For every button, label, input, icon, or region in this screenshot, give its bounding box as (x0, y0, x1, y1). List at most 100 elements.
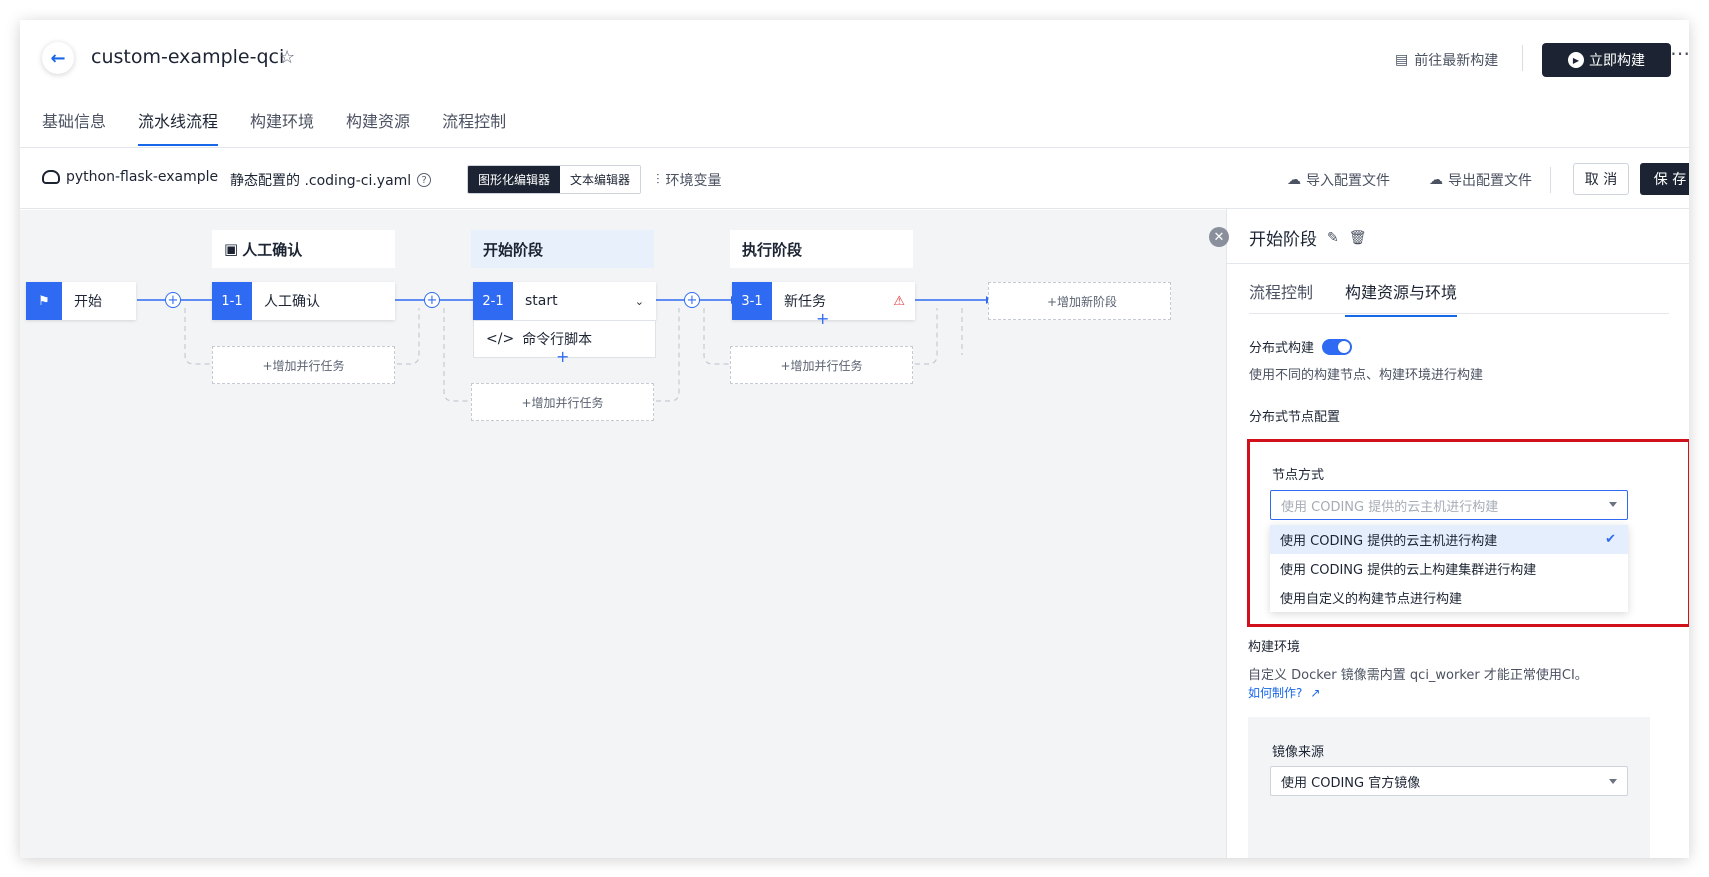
tab-resources-env[interactable]: 构建资源与环境 (1345, 279, 1458, 317)
chevron-down-icon[interactable]: ⌄ (635, 295, 644, 308)
task-node-2-1[interactable]: 2-1 start ⌄ (473, 282, 656, 320)
stage-2-title: 开始阶段 (483, 240, 544, 259)
page-header: ← custom-example-qci ☆ ▤ 前往最新构建 ▶ 立即构建 ⋯… (20, 20, 1689, 148)
add-subtask-plus-icon[interactable]: + (556, 347, 569, 366)
edit-icon[interactable]: ✎ (1327, 230, 1339, 246)
play-icon: ▶ (1568, 52, 1584, 68)
stage-title-start[interactable]: 开始阶段 (471, 230, 654, 268)
close-panel-icon[interactable]: ✕ (1209, 227, 1229, 247)
node-mode-option[interactable]: 使用 CODING 提供的云上构建集群进行构建 (1270, 554, 1628, 583)
task-index: 1-1 (212, 282, 252, 320)
distributed-build-row: 分布式构建 (1249, 337, 1353, 356)
repo-icon (42, 170, 60, 184)
sliders-icon: ⫶ (656, 172, 660, 188)
stage-title-manual-confirm[interactable]: ▣ 人工确认 (212, 230, 395, 268)
build-env-desc: 自定义 Docker 镜像需内置 qci_worker 才能正常使用CI。 (1248, 668, 1588, 683)
image-source-label: 镜像来源 (1272, 745, 1325, 760)
caret-down-icon (1609, 779, 1617, 784)
tab-build-resources[interactable]: 构建资源 (346, 108, 410, 146)
document-icon: ▤ (1395, 52, 1409, 68)
task-node-1-1[interactable]: 1-1 人工确认 (212, 282, 395, 320)
tab-basic-info[interactable]: 基础信息 (42, 108, 106, 146)
check-icon: ✔ (1605, 532, 1616, 547)
cloud-download-icon: ☁ (1429, 172, 1443, 188)
howto-link[interactable]: 如何制作? ↗ (1248, 684, 1320, 701)
pipeline-title: custom-example-qci (91, 46, 285, 68)
repo-name: python-flask-example (66, 169, 219, 185)
task-index: 2-1 (473, 282, 513, 320)
node-mode-select[interactable]: 使用 CODING 提供的云主机进行构建 (1270, 490, 1628, 520)
panel-title: 开始阶段 ✎ 🗑 (1249, 225, 1367, 251)
latest-build-link[interactable]: ▤ 前往最新构建 (1395, 50, 1498, 70)
export-config-button[interactable]: ☁ 导出配置文件 (1429, 170, 1532, 190)
node-config-title: 分布式节点配置 (1249, 410, 1341, 425)
add-new-stage-button[interactable]: +增加新阶段 (988, 282, 1171, 320)
flag-icon: ⚑ (26, 282, 62, 320)
stage-1-title: 人工确认 (242, 240, 303, 259)
editor-toolbar: python-flask-example 静态配置的 .coding-ci.ya… (20, 149, 1689, 209)
editor-mode-switch: 图形化编辑器 文本编辑器 (467, 165, 642, 194)
add-parallel-task-button[interactable]: +增加并行任务 (730, 346, 913, 384)
start-label: 开始 (74, 294, 102, 310)
latest-build-label: 前往最新构建 (1414, 53, 1499, 69)
more-icon[interactable]: ⋯ (1670, 41, 1689, 65)
image-source-box: 镜像来源 使用 CODING 官方镜像 (1248, 717, 1650, 858)
build-env-title: 构建环境 (1248, 640, 1301, 655)
graph-editor-button[interactable]: 图形化编辑器 (468, 166, 561, 193)
distributed-build-label: 分布式构建 (1249, 341, 1315, 356)
stage-title-execute[interactable]: 执行阶段 (730, 230, 913, 268)
start-node[interactable]: ⚑ 开始 (26, 282, 136, 320)
main-tabs: 基础信息 流水线流程 构建环境 构建资源 流程控制 (42, 108, 506, 146)
external-link-icon: ↗ (1310, 685, 1321, 700)
arrow-left-icon: ← (50, 47, 66, 69)
help-icon[interactable]: ? (417, 173, 432, 187)
howto-label: 如何制作? (1248, 686, 1303, 700)
env-vars-label: 环境变量 (665, 173, 722, 189)
distributed-build-toggle[interactable] (1322, 338, 1353, 355)
tab-pipeline-flow[interactable]: 流水线流程 (138, 108, 219, 146)
cancel-button[interactable]: 取 消 (1573, 163, 1629, 195)
back-button[interactable]: ← (42, 42, 74, 74)
add-parallel-task-button[interactable]: +增加并行任务 (212, 346, 395, 384)
pipeline-canvas: ⚑ 开始 + ▣ 人工确认 1-1 人工确认 +增加并行任务 + 开始阶段 2-… (20, 210, 1226, 858)
stage-3-title: 执行阶段 (742, 240, 803, 259)
export-label: 导出配置文件 (1448, 173, 1532, 189)
trash-icon[interactable]: 🗑 (1349, 230, 1367, 246)
add-subtask-plus-icon[interactable]: + (816, 309, 829, 328)
node-mode-option[interactable]: 使用自定义的构建节点进行构建 (1270, 583, 1628, 612)
text-editor-button[interactable]: 文本编辑器 (560, 166, 641, 193)
node-mode-option[interactable]: 使用 CODING 提供的云主机进行构建 ✔ (1270, 525, 1628, 554)
tab-build-env[interactable]: 构建环境 (250, 108, 314, 146)
build-now-label: 立即构建 (1589, 53, 1645, 69)
header-divider (1522, 45, 1523, 71)
star-icon[interactable]: ☆ (279, 47, 295, 68)
node-mode-label: 节点方式 (1272, 468, 1325, 483)
build-now-button[interactable]: ▶ 立即构建 (1542, 43, 1671, 77)
tab-flow-control[interactable]: 流程控制 (1249, 279, 1313, 317)
approval-icon: ▣ (224, 240, 239, 258)
task-label: start (525, 293, 558, 309)
code-icon: </> (486, 331, 515, 347)
add-stage-plus-icon[interactable]: + (684, 292, 700, 308)
image-source-value: 使用 CODING 官方镜像 (1281, 775, 1421, 791)
sub-task-label: 命令行脚本 (522, 332, 593, 348)
node-mode-placeholder: 使用 CODING 提供的云主机进行构建 (1281, 499, 1499, 515)
repo-info: python-flask-example (42, 169, 218, 185)
import-config-button[interactable]: ☁ 导入配置文件 (1287, 170, 1390, 190)
image-source-select[interactable]: 使用 CODING 官方镜像 (1270, 766, 1628, 796)
add-stage-plus-icon[interactable]: + (165, 292, 181, 308)
panel-tabs: 流程控制 构建资源与环境 (1249, 279, 1458, 317)
panel-tab-divider (1249, 313, 1669, 314)
save-button[interactable]: 保 存 (1640, 163, 1689, 195)
app-window: ← custom-example-qci ☆ ▤ 前往最新构建 ▶ 立即构建 ⋯… (20, 20, 1689, 858)
env-vars-button[interactable]: ⫶ 环境变量 (656, 170, 722, 190)
add-parallel-task-button[interactable]: +增加并行任务 (471, 383, 654, 421)
add-stage-plus-icon[interactable]: + (424, 292, 440, 308)
distributed-build-desc: 使用不同的构建节点、构建环境进行构建 (1249, 368, 1484, 383)
option-label: 使用自定义的构建节点进行构建 (1280, 592, 1463, 607)
warning-icon: ⚠ (893, 293, 905, 309)
tab-flow-control[interactable]: 流程控制 (442, 108, 506, 146)
option-label: 使用 CODING 提供的云主机进行构建 (1280, 534, 1498, 549)
task-index: 3-1 (732, 282, 772, 320)
task-label: 新任务 (784, 294, 826, 310)
